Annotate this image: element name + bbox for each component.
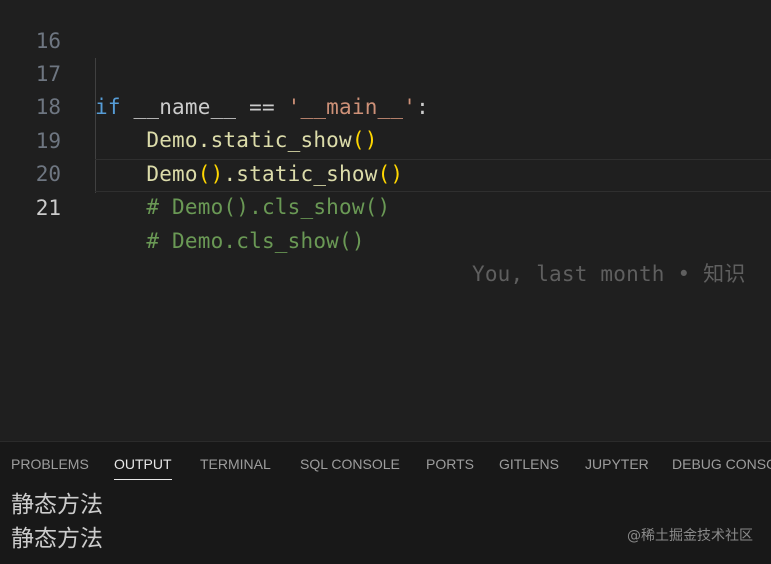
output-line: 静态方法 [11, 492, 103, 518]
tab-problems[interactable]: PROBLEMS [11, 442, 89, 486]
comment: # Demo.cls_show() [146, 229, 365, 253]
tab-gitlens[interactable]: GITLENS [499, 442, 559, 486]
tab-terminal[interactable]: TERMINAL [200, 442, 271, 486]
code-line[interactable]: 19 Demo().static_show() [0, 92, 771, 186]
git-blame-annotation: You, last month • 知识 [472, 262, 746, 286]
tab-jupyter[interactable]: JUPYTER [585, 442, 649, 486]
output-line: 静态方法 [11, 526, 103, 552]
code-line[interactable]: 17 if __name__ == '__main__': [0, 25, 771, 119]
code-editor[interactable]: 16 17 if __name__ == '__main__': 18 Demo… [0, 0, 771, 441]
line-number: 21 [35, 196, 61, 220]
bottom-panel: PROBLEMS OUTPUT TERMINAL SQL CONSOLE POR… [0, 441, 771, 564]
code-text: # Demo().cls_show() [95, 191, 390, 224]
code-line-current[interactable]: 21 # Demo.cls_show() You, last month • 知… [0, 159, 771, 286]
panel-tabs: PROBLEMS OUTPUT TERMINAL SQL CONSOLE POR… [0, 442, 771, 486]
comment: # Demo().cls_show() [146, 195, 391, 219]
tab-debug-console[interactable]: DEBUG CONSO [672, 442, 771, 486]
tab-ports[interactable]: PORTS [426, 442, 474, 486]
code-line[interactable]: 16 [0, 0, 771, 53]
code-line[interactable]: 20 # Demo().cls_show() [0, 125, 771, 219]
tab-output[interactable]: OUTPUT [114, 442, 172, 486]
code-line[interactable]: 18 Demo.static_show() [0, 58, 771, 152]
watermark: @稀土掘金技术社区 [627, 528, 753, 544]
tab-sql-console[interactable]: SQL CONSOLE [300, 442, 400, 486]
code-text: # Demo.cls_show() [95, 225, 365, 258]
